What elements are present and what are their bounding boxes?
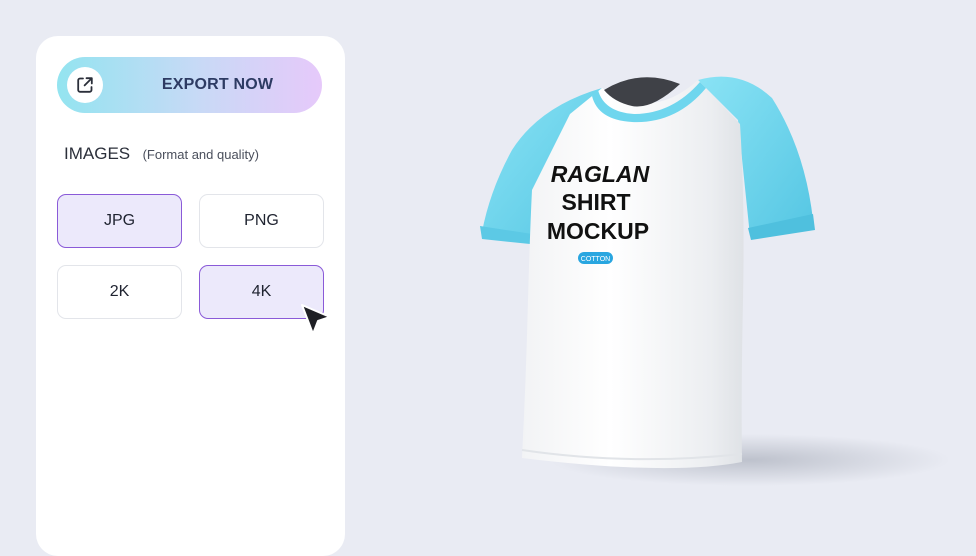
raglan-shirt-image: RAGLAN SHIRT MOCKUP COTTON [480, 76, 950, 486]
format-option-label: JPG [103, 212, 136, 229]
quality-option-2k[interactable]: 2K [57, 265, 182, 319]
external-link-icon [67, 67, 103, 103]
quality-option-label: 4K [251, 283, 272, 300]
export-panel: EXPORT NOW IMAGES (Format and quality) J… [36, 36, 345, 556]
export-now-button[interactable]: EXPORT NOW [57, 57, 322, 113]
quality-option-label: 2K [109, 283, 130, 300]
shirt-mockup-preview: RAGLAN SHIRT MOCKUP COTTON [420, 40, 960, 510]
images-section-title: IMAGES [64, 144, 131, 163]
format-option-jpg[interactable]: JPG [57, 194, 182, 248]
mockup-print-line3: MOCKUP [547, 218, 649, 244]
cotton-badge-label: COTTON [581, 256, 610, 263]
mockup-print-line2: SHIRT [562, 189, 631, 215]
format-option-label: PNG [244, 212, 279, 229]
mockup-print-line1: RAGLAN [551, 161, 650, 187]
images-section-subtitle: (Format and quality) [142, 147, 259, 162]
images-section-header: IMAGES (Format and quality) [64, 144, 259, 164]
export-now-label: EXPORT NOW [161, 76, 274, 93]
mouse-pointer-icon [300, 303, 334, 344]
format-option-png[interactable]: PNG [199, 194, 324, 248]
